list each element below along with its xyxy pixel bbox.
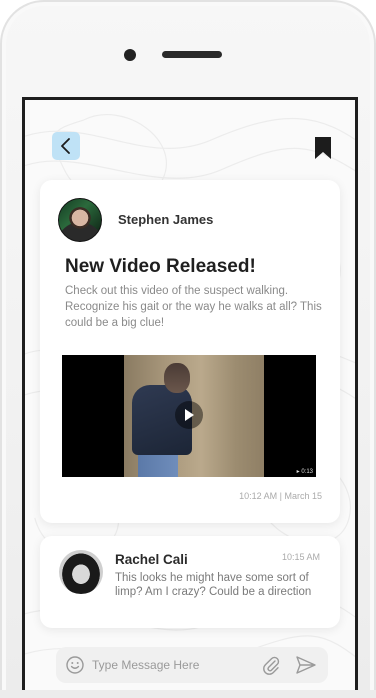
comment-card: Rachel Cali 10:15 AM This looks he might… [40,536,340,628]
send-icon[interactable] [296,656,316,674]
phone-bottom-edge [0,690,376,698]
post-timestamp: 10:12 AM | March 15 [239,491,322,501]
comment-time: 10:15 AM [281,552,320,562]
play-button[interactable] [175,401,203,429]
video-player[interactable]: ▸ 0:13 [62,355,316,477]
earpiece-speaker [162,51,222,58]
message-composer [56,647,328,683]
video-figure-head [164,363,190,393]
back-button[interactable] [52,132,80,160]
chevron-left-icon [61,138,70,154]
message-input[interactable] [92,653,252,677]
video-figure-legs [138,453,178,477]
video-duration: ▸ 0:13 [296,469,313,475]
post-card: Stephen James New Video Released! Check … [40,180,340,523]
post-body: Check out this video of the suspect walk… [65,285,322,329]
phone-frame: Stephen James New Video Released! Check … [0,0,376,698]
smiley-icon[interactable] [66,656,84,674]
app-screen: Stephen James New Video Released! Check … [22,97,358,690]
commenter-avatar[interactable] [59,550,103,594]
phone-top-bezel [0,0,376,100]
post-title: New Video Released! [65,256,256,277]
bookmark-icon[interactable] [315,137,331,159]
author-avatar[interactable] [58,198,102,242]
play-icon [185,409,194,421]
front-camera [124,49,136,61]
post-author-name[interactable]: Stephen James [118,212,213,227]
comment-text: This looks he might have some sort of li… [115,572,312,598]
paperclip-icon[interactable] [262,655,280,675]
comment-author-name[interactable]: Rachel Cali [115,552,188,567]
